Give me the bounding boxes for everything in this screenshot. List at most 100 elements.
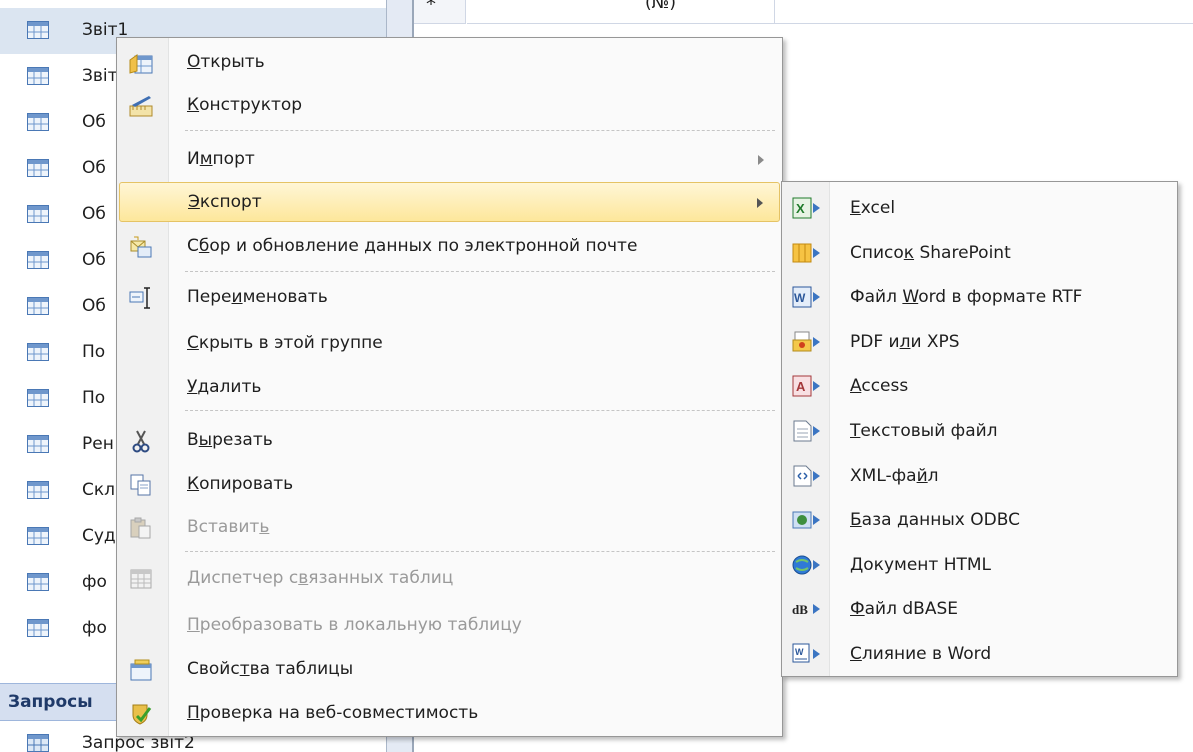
nav-item-label: фо — [82, 618, 107, 638]
nav-item-label: Об — [82, 250, 106, 270]
rename-icon — [129, 286, 153, 310]
export-option-label: Excel — [850, 198, 896, 218]
nav-item-label: Об — [82, 158, 106, 178]
table-icon — [27, 205, 49, 228]
menu-item-2[interactable]: Конструктор — [119, 86, 780, 126]
menu-item-6[interactable]: Переименовать — [119, 278, 780, 318]
menu-item-8[interactable]: Удалить — [119, 368, 780, 408]
export-option-6[interactable]: Текстовый файл — [784, 409, 1175, 453]
menu-item-label: Диспетчер связанных таблиц — [187, 568, 454, 588]
nav-item-label: Об — [82, 296, 106, 316]
nav-item-label: Скл — [82, 480, 116, 500]
menu-item-3[interactable]: Импорт — [119, 140, 780, 180]
export-option-4[interactable]: PDF или XPS — [784, 320, 1175, 364]
export-option-label: XML-файл — [850, 465, 939, 486]
sharepoint-list-icon — [792, 242, 822, 264]
menu-item-label: Сбор и обновление данных по электронной … — [187, 236, 638, 256]
word-merge-icon: W — [792, 643, 822, 665]
svg-text:W: W — [795, 647, 804, 657]
menu-item-9[interactable]: Вырезать — [119, 421, 780, 461]
menu-item-label: Свойства таблицы — [187, 659, 354, 679]
nav-item-label: Рен — [82, 434, 114, 454]
export-option-label: PDF или XPS — [850, 331, 960, 352]
table-icon — [27, 251, 49, 274]
column-header-text: (№) — [645, 0, 676, 13]
access-icon: A — [792, 375, 822, 397]
export-option-label: Слияние в Word — [850, 644, 992, 664]
email-collect-icon — [129, 235, 153, 259]
menu-item-11: Вставить — [119, 508, 780, 548]
export-option-5[interactable]: A Access — [784, 364, 1175, 408]
export-option-label: Access — [850, 376, 909, 397]
menu-item-label: Скрыть в этой группе — [187, 333, 383, 353]
query-icon — [27, 734, 49, 752]
table-icon — [27, 573, 49, 596]
table-properties-icon — [129, 658, 153, 682]
export-option-7[interactable]: XML-файл — [784, 454, 1175, 498]
nav-item-label: Об — [82, 204, 106, 224]
submenu-arrow-icon — [758, 155, 764, 165]
menu-item-label: Проверка на веб-совместимость — [187, 703, 479, 723]
menu-item-label: Экспорт — [188, 192, 262, 212]
export-option-9[interactable]: Документ HTML — [784, 543, 1175, 587]
svg-text:dB: dB — [792, 602, 808, 617]
excel-icon: X — [792, 197, 822, 219]
menu-item-15[interactable]: Проверка на веб-совместимость — [119, 694, 780, 734]
export-option-1[interactable]: X Excel — [784, 186, 1175, 230]
menu-item-12: Диспетчер связанных таблиц — [119, 559, 780, 599]
menu-item-7[interactable]: Скрыть в этой группе — [119, 324, 780, 364]
nav-item-label: Звіт — [82, 66, 118, 86]
menu-item-4[interactable]: Экспорт — [119, 182, 780, 222]
table-icon — [27, 113, 49, 136]
menu-separator — [185, 410, 775, 411]
export-option-3[interactable]: W Файл Word в формате RTF — [784, 275, 1175, 319]
datasheet-header-cell[interactable]: (№) — [467, 0, 1193, 24]
menu-item-14[interactable]: Свойства таблицы — [119, 650, 780, 690]
export-option-label: Текстовый файл — [850, 421, 998, 441]
context-menu: Открыть Конструктор Импорт Экспорт Сбор и об… — [116, 37, 783, 737]
new-record-selector[interactable]: * — [414, 0, 466, 24]
table-icon — [27, 67, 49, 90]
menu-item-1[interactable]: Открыть — [119, 43, 780, 83]
export-option-label: Файл Word в формате RTF — [850, 287, 1083, 308]
table-icon — [27, 527, 49, 550]
submenu-arrow-icon — [757, 198, 763, 208]
export-option-label: База данных ODBC — [850, 510, 1020, 531]
export-option-label: Документ HTML — [850, 554, 992, 575]
pdf-xps-icon — [792, 331, 822, 353]
nav-item-label: Об — [82, 112, 106, 132]
export-option-2[interactable]: Список SharePoint — [784, 231, 1175, 275]
open-table-icon — [129, 51, 153, 75]
menu-item-label: Вставить — [187, 517, 270, 537]
copy-icon — [129, 473, 153, 497]
menu-item-label: Открыть — [187, 52, 265, 72]
menu-item-13: Преобразовать в локальную таблицу — [119, 606, 780, 646]
table-icon — [27, 297, 49, 320]
html-document-icon — [792, 554, 822, 576]
menu-separator — [185, 130, 775, 131]
table-icon — [27, 619, 49, 642]
word-rtf-icon: W — [792, 286, 822, 308]
nav-item-label: Суд — [82, 526, 116, 546]
scissors-icon — [129, 429, 153, 453]
export-option-11[interactable]: W Слияние в Word — [784, 632, 1175, 676]
table-icon — [27, 159, 49, 182]
menu-item-10[interactable]: Копировать — [119, 465, 780, 505]
linked-table-manager-icon — [129, 567, 153, 591]
nav-group-label: Запросы — [8, 692, 93, 712]
nav-item-label: По — [82, 388, 106, 408]
menu-item-label: Преобразовать в локальную таблицу — [187, 615, 522, 635]
odbc-database-icon — [792, 509, 822, 531]
table-icon — [27, 343, 49, 366]
export-option-10[interactable]: dB Файл dBASE — [784, 587, 1175, 631]
table-icon — [27, 389, 49, 412]
column-divider — [774, 0, 775, 24]
export-option-8[interactable]: База данных ODBC — [784, 498, 1175, 542]
menu-item-5[interactable]: Сбор и обновление данных по электронной … — [119, 227, 780, 267]
menu-item-label: Вырезать — [187, 430, 273, 450]
nav-item-label: По — [82, 342, 106, 362]
new-record-marker: * — [426, 0, 436, 16]
menu-item-label: Удалить — [187, 377, 262, 397]
svg-text:A: A — [796, 379, 806, 394]
export-option-label: Список SharePoint — [850, 242, 1011, 263]
